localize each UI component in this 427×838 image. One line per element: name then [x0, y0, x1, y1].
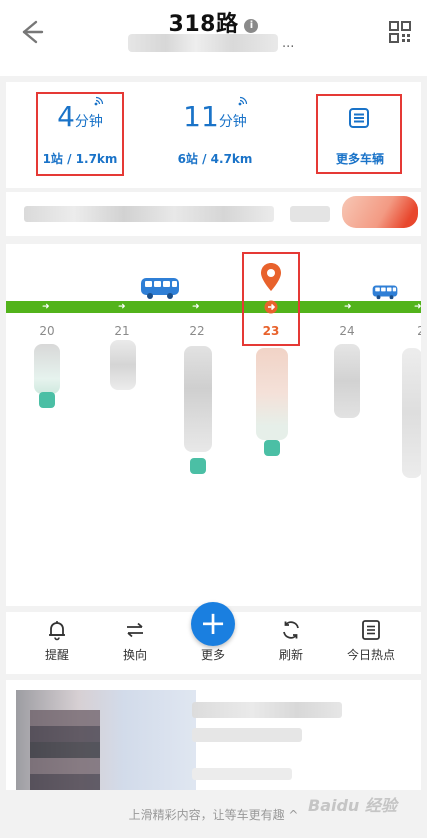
metro-transfer-icon	[190, 458, 206, 474]
station-number[interactable]: 20	[32, 324, 62, 338]
watermark-text: Baidu 经验	[308, 796, 397, 815]
subtitle-redacted	[128, 34, 278, 52]
station-name-redacted	[110, 340, 136, 390]
more-tool[interactable]: 更多	[178, 646, 248, 663]
feed-card[interactable]	[6, 680, 421, 790]
route-map[interactable]: ➜ ➜ ➜ ➜ ➜ 20 21 22 23 24 2	[6, 244, 421, 606]
metro-transfer-icon	[39, 392, 55, 408]
feed-meta-redacted	[192, 768, 292, 780]
direction-arrow-icon: ➜	[42, 302, 50, 312]
tool-label: 更多	[200, 648, 225, 662]
notice-bar[interactable]	[6, 192, 421, 236]
header-bar: 318路 i ...	[0, 0, 427, 76]
tool-label: 提醒	[44, 648, 69, 662]
station-number-current[interactable]: 23	[256, 324, 286, 338]
plus-icon[interactable]: +	[191, 602, 235, 646]
today-hot-button[interactable]: 今日热点	[336, 618, 406, 663]
feed-title-redacted	[192, 728, 302, 742]
station-name-redacted	[334, 344, 360, 418]
subtitle-suffix: ...	[282, 36, 295, 51]
direction-arrow-icon: ➜	[344, 302, 352, 312]
tool-label: 刷新	[278, 648, 303, 662]
bus-icon[interactable]	[140, 276, 180, 300]
arrival-bus-2[interactable]: 11分钟 6站 / 4.7km	[170, 82, 260, 188]
station-number[interactable]: 21	[107, 324, 137, 338]
direction-arrow-icon: ➜	[414, 302, 421, 312]
refresh-button[interactable]: 刷新	[256, 618, 326, 663]
highlight-box-arrival	[36, 92, 124, 176]
highlight-box-more	[316, 94, 402, 174]
tool-label: 今日热点	[346, 648, 395, 662]
station-name-redacted	[34, 344, 60, 394]
arrival-card: 4分钟 1站 / 1.7km 11分钟 6站 / 4.7km 更多车辆	[6, 82, 421, 188]
station-number[interactable]: 24	[332, 324, 362, 338]
eta-number: 11	[183, 100, 219, 133]
realtime-signal-icon	[238, 96, 248, 106]
station-name-redacted	[184, 346, 212, 452]
direction-arrow-icon: ➜	[192, 302, 200, 312]
station-number[interactable]: 22	[182, 324, 212, 338]
notice-text-redacted	[290, 206, 330, 222]
arrival-detail-2: 6站 / 4.7km	[177, 152, 253, 166]
qr-code-icon[interactable]	[388, 20, 412, 44]
info-icon[interactable]: i	[244, 19, 259, 33]
station-name-redacted	[256, 348, 288, 440]
feed-image-redacted	[30, 710, 100, 790]
feed-title-redacted	[192, 702, 342, 718]
route-line	[6, 301, 421, 313]
eta-unit: 分钟	[218, 114, 247, 130]
bus-icon[interactable]	[372, 284, 398, 300]
station-name-redacted	[402, 348, 421, 478]
switch-direction-button[interactable]: 换向	[100, 618, 170, 663]
station-number[interactable]: 2	[406, 324, 421, 338]
notice-image-redacted	[342, 196, 418, 228]
tool-label: 换向	[122, 648, 147, 662]
remind-button[interactable]: 提醒	[22, 618, 92, 663]
direction-arrow-icon: ➜	[118, 302, 126, 312]
news-icon	[362, 620, 380, 640]
notice-text-redacted	[24, 206, 274, 222]
metro-transfer-icon	[264, 440, 280, 456]
bell-icon	[49, 621, 65, 641]
swap-icon	[127, 622, 143, 638]
refresh-icon	[283, 621, 299, 639]
